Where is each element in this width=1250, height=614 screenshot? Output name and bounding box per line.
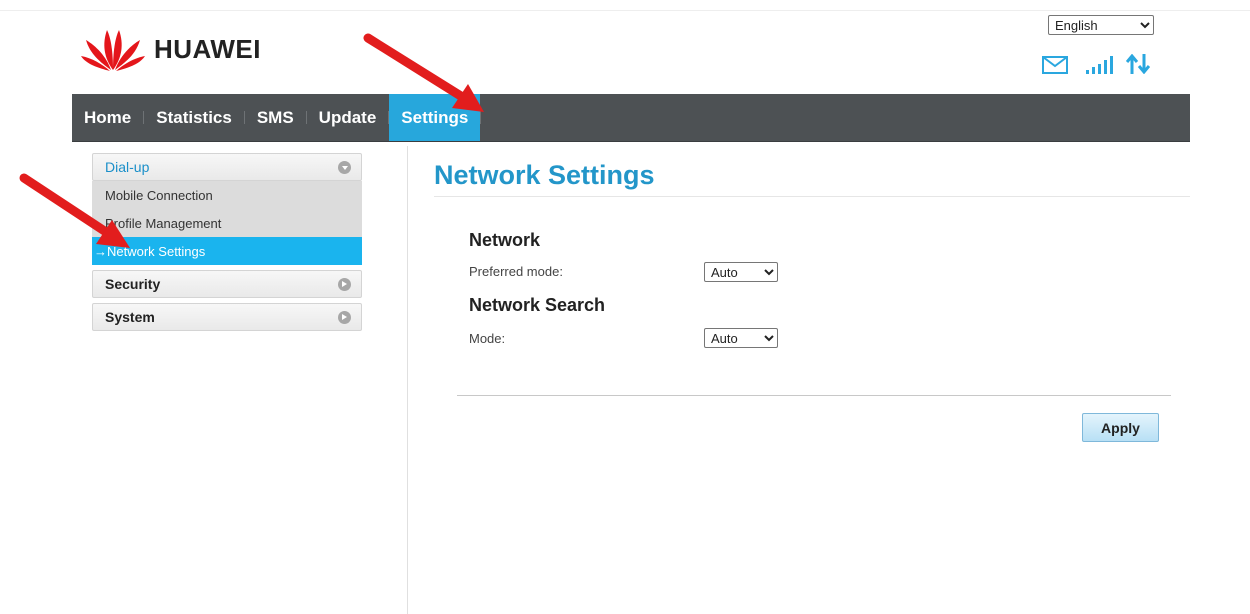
sidebar-group-dialup[interactable]: Dial-up — [92, 153, 362, 181]
brand-name: HUAWEI — [154, 33, 261, 64]
sidebar-item-label: Network Settings — [107, 243, 206, 259]
sidebar-group-label: Security — [105, 276, 161, 292]
signal-icon — [1086, 56, 1114, 79]
nav-separator — [480, 111, 482, 124]
main-nav: Home Statistics SMS Update Settings — [72, 94, 1190, 142]
expand-toggle-icon[interactable] — [338, 160, 351, 174]
apply-button[interactable]: Apply — [1082, 413, 1159, 442]
title-divider — [434, 196, 1190, 197]
sidebar-item-mobile-connection[interactable]: Mobile Connection — [92, 181, 362, 209]
section-title-network: Network — [469, 230, 541, 250]
nav-update[interactable]: Update — [307, 94, 389, 141]
sidebar-group-system[interactable]: System — [92, 303, 362, 331]
sidebar-group-label: System — [105, 309, 155, 325]
arrow-right-icon: → — [94, 243, 107, 259]
huawei-logo: HUAWEI — [80, 26, 261, 72]
page-title: Network Settings — [434, 160, 655, 190]
search-mode-label: Mode: — [469, 331, 506, 346]
mail-icon[interactable] — [1042, 56, 1068, 79]
search-mode-select[interactable]: Auto — [704, 328, 778, 348]
settings-sidebar: Dial-up Mobile Connection Profile Manage… — [92, 153, 362, 331]
sidebar-group-label: Dial-up — [105, 159, 150, 175]
content-divider — [407, 146, 408, 614]
preferred-mode-select[interactable]: Auto — [704, 262, 778, 282]
nav-sms[interactable]: SMS — [245, 94, 306, 141]
huawei-flower-icon — [81, 30, 145, 71]
section-title-network-search: Network Search — [469, 295, 606, 315]
language-select[interactable]: English — [1048, 15, 1154, 35]
nav-home[interactable]: Home — [72, 94, 143, 141]
status-icons — [1042, 53, 1151, 79]
nav-statistics[interactable]: Statistics — [144, 94, 244, 141]
dialup-submenu: Mobile Connection Profile Management → Ne… — [92, 181, 362, 265]
sidebar-item-profile-management[interactable]: Profile Management — [92, 209, 362, 237]
top-divider — [0, 10, 1250, 11]
expand-toggle-icon[interactable] — [338, 310, 351, 324]
sidebar-group-security[interactable]: Security — [92, 270, 362, 298]
data-transfer-icon — [1125, 53, 1151, 79]
preferred-mode-label: Preferred mode: — [469, 264, 563, 279]
form-divider — [457, 395, 1171, 396]
expand-toggle-icon[interactable] — [338, 277, 351, 291]
nav-settings[interactable]: Settings — [389, 94, 481, 141]
sidebar-item-network-settings[interactable]: → Network Settings — [92, 237, 362, 265]
